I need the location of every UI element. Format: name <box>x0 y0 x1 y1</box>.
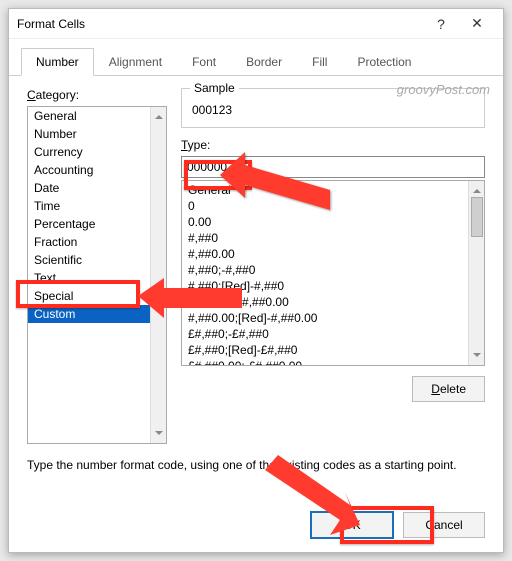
type-label: Type: <box>181 138 485 152</box>
category-item[interactable]: Special <box>28 287 150 305</box>
category-item[interactable]: Time <box>28 197 150 215</box>
tab-protection[interactable]: Protection <box>342 48 426 76</box>
dialog-title: Format Cells <box>17 17 423 31</box>
type-input[interactable] <box>181 156 485 178</box>
format-item[interactable]: #,##0;-#,##0 <box>182 262 468 278</box>
tab-border[interactable]: Border <box>231 48 297 76</box>
category-item[interactable]: Date <box>28 179 150 197</box>
category-item[interactable]: Fraction <box>28 233 150 251</box>
format-item[interactable]: #,##0 <box>182 230 468 246</box>
tab-number[interactable]: Number <box>21 48 94 76</box>
format-item[interactable]: 0.00 <box>182 214 468 230</box>
format-item[interactable]: General <box>182 182 468 198</box>
format-item[interactable]: £#,##0;[Red]-£#,##0 <box>182 342 468 358</box>
hint-text: Type the number format code, using one o… <box>27 458 485 472</box>
tab-strip: Number Alignment Font Border Fill Protec… <box>9 39 503 76</box>
format-item[interactable]: #,##0.00 <box>182 246 468 262</box>
sample-value: 000123 <box>192 101 474 117</box>
category-item-custom[interactable]: Custom <box>28 305 150 323</box>
close-icon[interactable]: ✕ <box>459 10 495 38</box>
sample-label: Sample <box>190 81 239 95</box>
tab-fill[interactable]: Fill <box>297 48 342 76</box>
category-listbox[interactable]: General Number Currency Accounting Date … <box>27 106 167 444</box>
ok-button[interactable]: OK <box>311 512 393 538</box>
watermark: groovyPost.com <box>397 82 490 97</box>
format-item[interactable]: £#,##0;-£#,##0 <box>182 326 468 342</box>
format-item[interactable]: #,##0.00;[Red]-#,##0.00 <box>182 310 468 326</box>
category-item[interactable]: Text <box>28 269 150 287</box>
help-icon[interactable]: ? <box>423 10 459 38</box>
category-item[interactable]: Scientific <box>28 251 150 269</box>
cancel-button[interactable]: Cancel <box>403 512 485 538</box>
category-label: Category: <box>27 88 167 102</box>
delete-button[interactable]: Delete <box>412 376 485 402</box>
format-item[interactable]: 0 <box>182 198 468 214</box>
tab-alignment[interactable]: Alignment <box>94 48 177 76</box>
scroll-thumb[interactable] <box>471 197 483 237</box>
dialog-body: Category: General Number Currency Accoun… <box>9 76 503 484</box>
category-item[interactable]: Number <box>28 125 150 143</box>
category-item[interactable]: General <box>28 107 150 125</box>
tab-font[interactable]: Font <box>177 48 231 76</box>
format-item[interactable]: #,##0.00;-#,##0.00 <box>182 294 468 310</box>
format-item[interactable]: #,##0;[Red]-#,##0 <box>182 278 468 294</box>
category-item[interactable]: Percentage <box>28 215 150 233</box>
scrollbar[interactable] <box>150 107 166 443</box>
dialog-footer: OK Cancel <box>311 512 485 538</box>
titlebar: Format Cells ? ✕ <box>9 9 503 39</box>
format-listbox[interactable]: General 0 0.00 #,##0 #,##0.00 #,##0;-#,#… <box>181 180 485 366</box>
format-item[interactable]: £#,##0.00;-£#,##0.00 <box>182 358 468 365</box>
category-item[interactable]: Accounting <box>28 161 150 179</box>
scrollbar[interactable] <box>468 181 484 365</box>
category-item[interactable]: Currency <box>28 143 150 161</box>
